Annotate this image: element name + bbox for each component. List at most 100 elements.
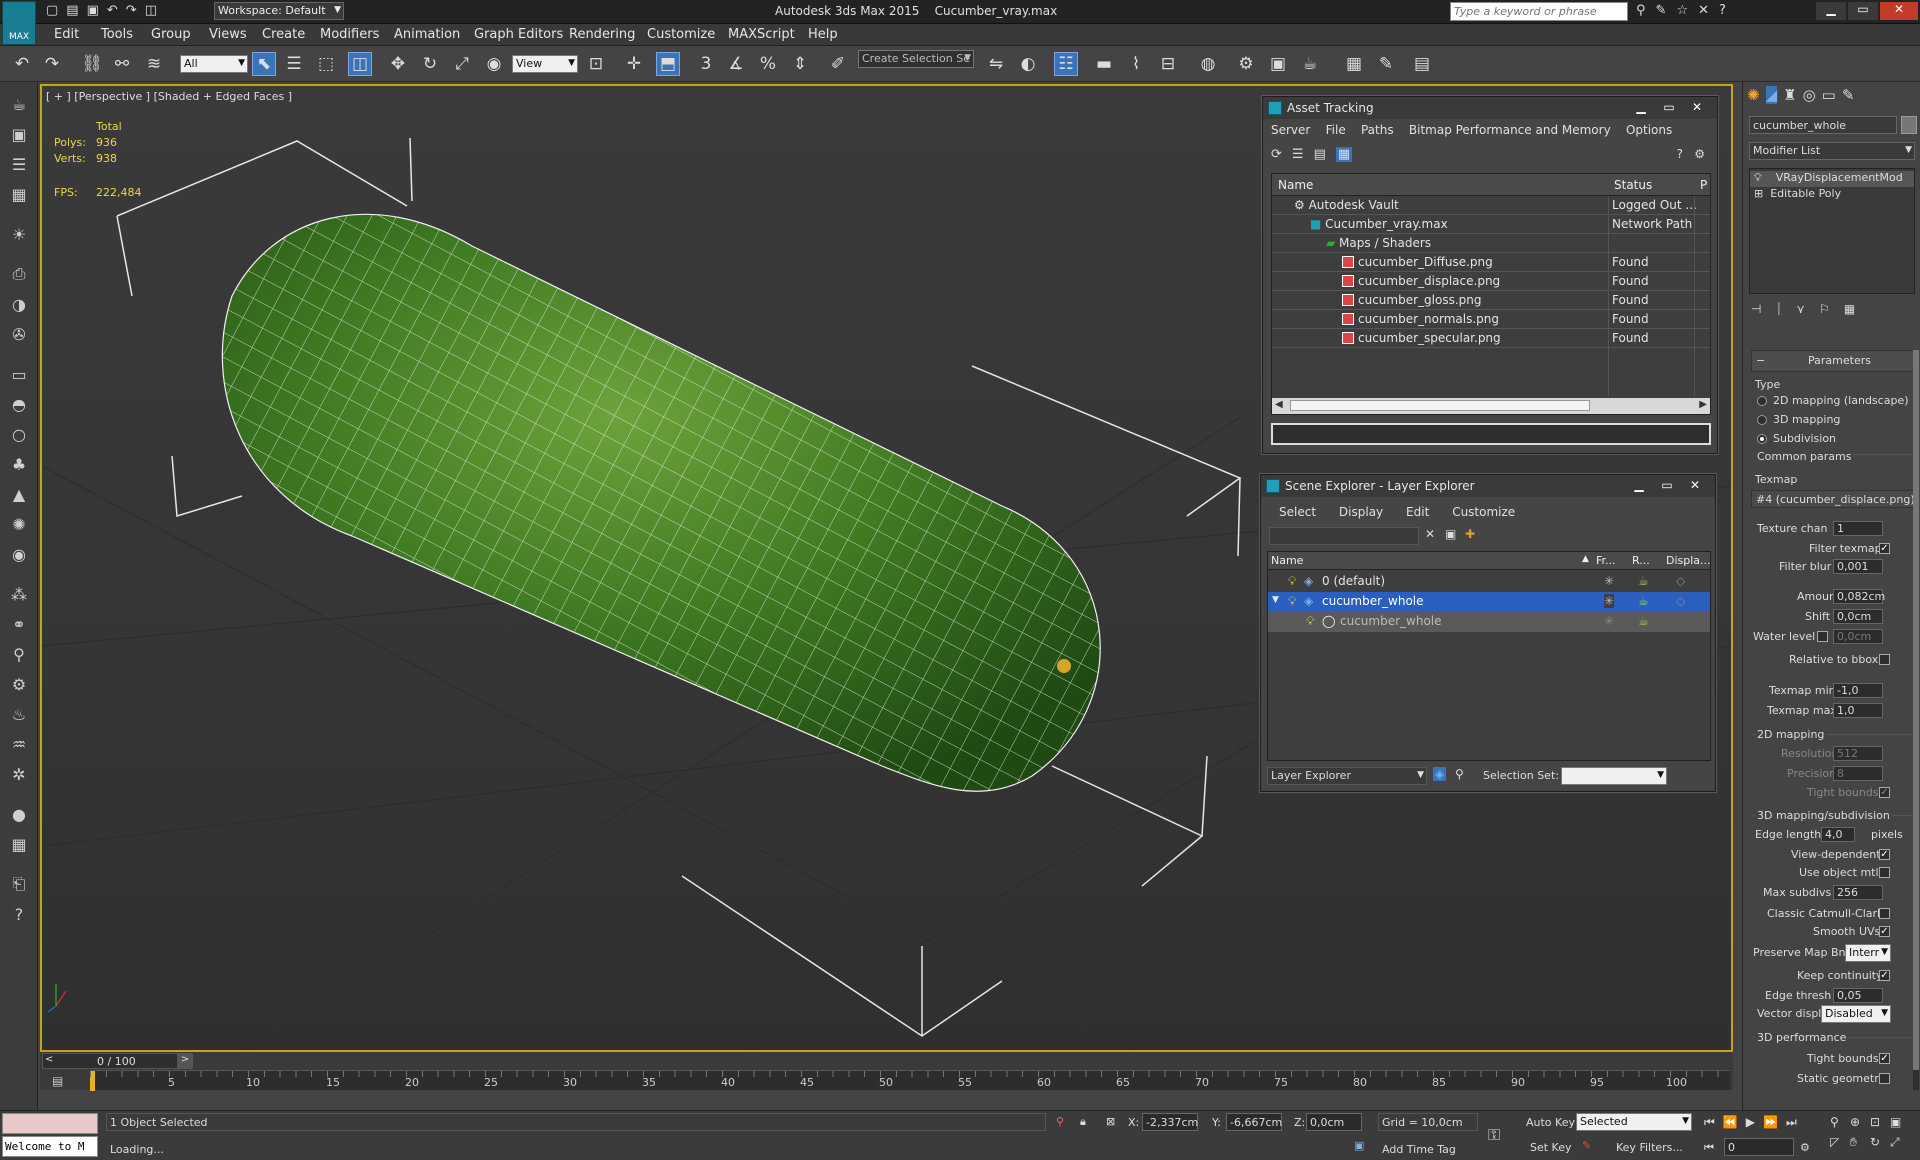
refresh-icon[interactable]: ⟳ — [1271, 147, 1282, 162]
workspace-dropdown[interactable]: Workspace: Default ▼ — [214, 2, 344, 20]
undo-icon[interactable]: ↶ — [10, 52, 34, 76]
vray-frame-buffer-icon[interactable]: ▦ — [1342, 52, 1366, 76]
snaps-toggle-icon[interactable]: 3 — [694, 52, 718, 76]
go-to-start-icon[interactable]: ⏮ — [1704, 1115, 1715, 1130]
sun-icon[interactable]: ✺ — [7, 512, 31, 536]
close-button[interactable]: ✕ — [1683, 478, 1707, 493]
close-button[interactable]: ✕ — [1685, 100, 1709, 115]
zoom-icon[interactable]: ⚲ — [1830, 1115, 1850, 1129]
open-file-icon[interactable]: ▤ — [66, 3, 78, 21]
tight-bounds-2d-checkbox[interactable]: ✓ — [1879, 787, 1890, 798]
named-selection-sets-dropdown[interactable]: Create Selection Se ▼ — [858, 50, 974, 68]
set-key-icon[interactable]: ✎ — [1582, 1139, 1591, 1152]
grid-icon[interactable]: ▦ — [7, 182, 31, 206]
keyboard-shortcut-override-icon[interactable]: ⬒ — [656, 52, 680, 76]
default-in-out-tangents-icon[interactable]: ⚿ — [1488, 1125, 1500, 1145]
shift-spinner[interactable]: 0,0cm — [1833, 609, 1883, 624]
stack-item-selected[interactable]: 💡︎ VRayDisplacementMod — [1750, 171, 1914, 187]
clear-search-icon[interactable]: ✕ — [1425, 527, 1435, 541]
time-tag-icon[interactable]: ▣ — [1354, 1139, 1364, 1152]
zoom-extents-all-icon[interactable]: ▣ — [1890, 1115, 1910, 1129]
absolute-mode-icon[interactable]: ⊠ — [1106, 1115, 1115, 1128]
modify-tab-icon[interactable]: ◢ — [1765, 86, 1778, 104]
lock-selection-icon[interactable]: 🔒︎ — [1080, 1115, 1086, 1129]
fur-icon[interactable]: ♒ — [7, 732, 31, 756]
auto-key-button[interactable]: Auto Key — [1526, 1116, 1575, 1129]
selection-set-dropdown[interactable]: ▼ — [1561, 767, 1667, 785]
max-subdivs-spinner[interactable]: 256 — [1833, 885, 1883, 900]
vector-displ-dropdown[interactable]: Disabled ▼ — [1821, 1005, 1891, 1023]
film-icon[interactable]: ✇ — [7, 322, 31, 346]
texmap-min-spinner[interactable]: -1,0 — [1833, 683, 1883, 698]
star-icon[interactable]: ☆ — [1676, 3, 1688, 18]
water-level-spinner[interactable]: 0,0cm — [1833, 629, 1883, 644]
dome-icon[interactable]: ◓ — [7, 392, 31, 416]
create-tab-icon[interactable]: ✺ — [1747, 86, 1760, 104]
utilities-tab-icon[interactable]: ✎ — [1842, 86, 1855, 104]
motion-tab-icon[interactable]: ◎ — [1803, 86, 1816, 104]
freeze-icon[interactable]: ✳ — [1604, 574, 1614, 588]
curve-editor-icon[interactable]: ⌇ — [1124, 52, 1148, 76]
y-coordinate[interactable]: -6,667cm — [1226, 1113, 1282, 1131]
spinner-snap-icon[interactable]: ⇕ — [788, 52, 812, 76]
make-unique-icon[interactable]: ⋎ — [1796, 302, 1805, 317]
menu-server[interactable]: Server — [1271, 123, 1310, 137]
unlink-icon[interactable]: ⚯ — [110, 52, 134, 76]
teapot-render-icon[interactable]: ☕ — [1638, 574, 1649, 588]
asset-tracking-window[interactable]: Asset Tracking ▁ ▭ ✕ Server File Paths B… — [1262, 96, 1718, 454]
keep-continuity-checkbox[interactable]: ✓ — [1879, 970, 1890, 981]
rotate-icon[interactable]: ↻ — [418, 52, 442, 76]
edge-length-spinner[interactable]: 4,0 — [1821, 827, 1855, 842]
command-panel-scroll-thumb[interactable] — [1913, 350, 1919, 1070]
time-slider[interactable]: < 0 / 100 > — [42, 1053, 193, 1069]
save-icon[interactable]: ▣ — [87, 3, 99, 21]
menu-views[interactable]: Views — [209, 27, 247, 42]
menu-edit[interactable]: Edit — [1406, 505, 1429, 519]
menu-file[interactable]: File — [1326, 123, 1346, 137]
preserve-map-bnd-dropdown[interactable]: Interr ▼ — [1845, 944, 1891, 962]
material-editor-icon[interactable]: ◍ — [1196, 52, 1220, 76]
layer-row[interactable]: 💡︎ ◈ 0 (default) ✳ ☕ ◇ — [1268, 572, 1710, 592]
current-frame-field[interactable]: 0 — [1724, 1138, 1794, 1156]
biped-icon[interactable]: ⚲ — [7, 642, 31, 666]
particles-icon[interactable]: ⁂ — [7, 582, 31, 606]
table-view-icon[interactable]: ▦ — [1335, 147, 1353, 162]
modifier-bulb-icon[interactable]: 💡︎ — [1754, 171, 1762, 184]
go-to-end-icon[interactable]: ⏭ — [1786, 1115, 1797, 1130]
binoculars-icon[interactable]: ⚲ — [1636, 3, 1646, 18]
reference-coordinate-dropdown[interactable]: View ▼ — [512, 55, 578, 73]
stack-item[interactable]: ⊞ Editable Poly — [1750, 187, 1914, 203]
settings-icon[interactable]: ⚙ — [1694, 147, 1705, 161]
relative-bbox-checkbox[interactable] — [1879, 654, 1890, 665]
hold-icon[interactable]: ◫ — [145, 3, 157, 21]
add-to-layer-icon[interactable]: ✚ — [1465, 527, 1475, 541]
freeze-icon[interactable]: ✳ — [1604, 614, 1614, 628]
rectangle-selection-icon[interactable]: ⬚ — [314, 52, 338, 76]
table-row[interactable]: cucumber_displace.png Found — [1272, 272, 1710, 291]
camera-icon[interactable]: ⎙ — [7, 262, 31, 286]
amount-spinner[interactable]: 0,082cm — [1833, 589, 1885, 604]
help-icon[interactable]: ? — [1677, 147, 1683, 161]
type-subdivision-radio[interactable] — [1757, 434, 1767, 444]
hair-icon[interactable]: ♨ — [7, 702, 31, 726]
menu-paths[interactable]: Paths — [1361, 123, 1394, 137]
table-icon[interactable]: ▦ — [7, 832, 31, 856]
render-production-icon[interactable]: ☕ — [1298, 52, 1322, 76]
thumbnail-view-icon[interactable]: ▤ — [1314, 147, 1326, 162]
menu-customize[interactable]: Customize — [647, 27, 715, 42]
key-filters-button[interactable]: Key Filters... — [1616, 1141, 1683, 1154]
new-layer-icon[interactable]: ▣ — [1445, 527, 1456, 541]
app-logo[interactable]: MAX — [2, 1, 36, 45]
column-p[interactable]: P — [1700, 178, 1707, 192]
select-object-icon[interactable]: ⬉ — [252, 52, 276, 76]
minimize-button[interactable]: ▁ — [1816, 2, 1846, 20]
select-manipulate-icon[interactable]: ✛ — [622, 52, 646, 76]
bind-space-warp-icon[interactable]: ≋ — [142, 52, 166, 76]
hierarchy-tab-icon[interactable]: ♜ — [1783, 86, 1796, 104]
expand-plus-icon[interactable]: ⊞ — [1754, 187, 1763, 200]
filter-blur-spinner[interactable]: 0,001 — [1833, 559, 1883, 574]
smooth-uvs-checkbox[interactable]: ✓ — [1879, 926, 1890, 937]
percent-snap-icon[interactable]: % — [756, 52, 780, 76]
modifier-list-dropdown[interactable]: Modifier List ▼ — [1749, 142, 1915, 160]
menu-maxscript[interactable]: MAXScript — [728, 27, 795, 42]
